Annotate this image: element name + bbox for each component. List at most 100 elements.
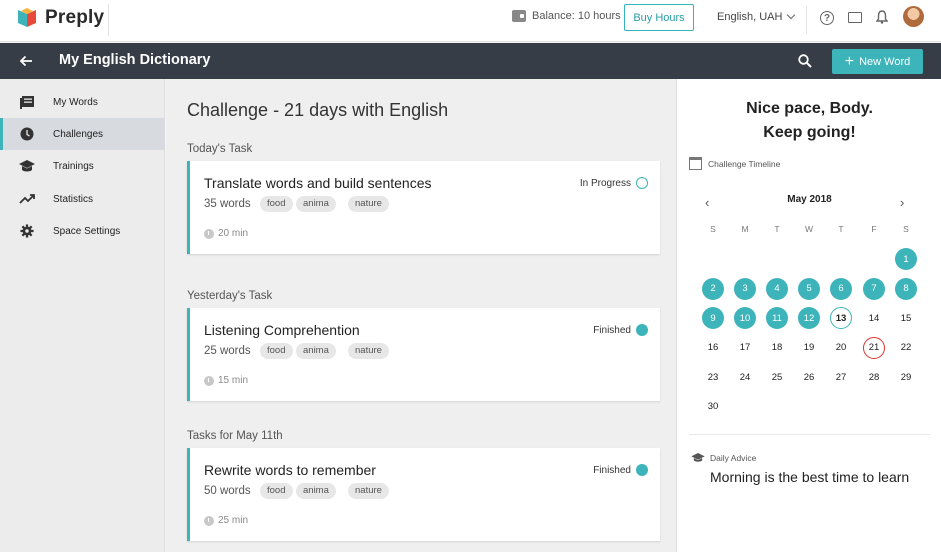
calendar-day[interactable]: 2 bbox=[702, 277, 724, 300]
calendar-day[interactable]: 14 bbox=[863, 307, 885, 329]
top-bar: Preply Balance: 10 hours Buy Hours Engli… bbox=[0, 0, 941, 42]
calendar-day[interactable]: 7 bbox=[863, 277, 885, 300]
tag-chip[interactable]: food bbox=[260, 483, 293, 499]
sidebar-item-trainings[interactable]: Trainings bbox=[0, 150, 165, 182]
divider bbox=[689, 434, 930, 435]
tag-chip[interactable]: nature bbox=[348, 483, 389, 499]
divider bbox=[108, 4, 109, 36]
status-indicator-icon bbox=[636, 464, 648, 476]
calendar-day[interactable]: 12 bbox=[798, 307, 820, 329]
timeline-label-text: Challenge Timeline bbox=[708, 158, 781, 169]
calendar-day-target[interactable]: 21 bbox=[863, 336, 885, 359]
section-label: Yesterday's Task bbox=[187, 290, 273, 302]
sidebar-item-my-words[interactable]: My Words bbox=[0, 86, 165, 118]
calendar-day[interactable]: 20 bbox=[830, 337, 852, 359]
calendar-day[interactable]: 24 bbox=[734, 366, 756, 388]
buy-hours-button[interactable]: Buy Hours bbox=[624, 4, 694, 31]
task-title: Translate words and build sentences bbox=[204, 175, 432, 191]
page-title: My English Dictionary bbox=[59, 52, 211, 68]
calendar-day[interactable]: 27 bbox=[830, 366, 852, 388]
clock-icon bbox=[204, 515, 214, 526]
tag-chip[interactable]: food bbox=[260, 343, 293, 359]
daily-advice-text: Morning is the best time to learn bbox=[710, 469, 910, 485]
calendar-day[interactable]: 16 bbox=[702, 337, 724, 359]
task-duration: 15 min bbox=[204, 375, 248, 386]
right-panel: Nice pace, Body. Keep going! Challenge T… bbox=[676, 79, 941, 552]
calendar-day[interactable]: 17 bbox=[734, 337, 756, 359]
calendar-day[interactable]: 3 bbox=[734, 277, 756, 300]
sidebar-item-statistics[interactable]: Statistics bbox=[0, 183, 165, 215]
tag-chip[interactable]: nature bbox=[348, 196, 389, 212]
calendar-day[interactable]: 25 bbox=[766, 366, 788, 388]
wallet-icon bbox=[512, 10, 526, 22]
chat-icon[interactable] bbox=[848, 12, 862, 23]
calendar-day[interactable]: 30 bbox=[702, 396, 724, 418]
tag-chip[interactable]: anima bbox=[296, 196, 336, 212]
calendar-day[interactable]: 10 bbox=[734, 307, 756, 329]
calendar-day[interactable]: 6 bbox=[830, 277, 852, 300]
help-icon[interactable]: ? bbox=[820, 11, 834, 25]
calendar-day[interactable]: 15 bbox=[895, 307, 917, 329]
pace-message: Keep going! bbox=[763, 124, 856, 141]
sidebar-item-space-settings[interactable]: Space Settings bbox=[0, 215, 165, 247]
task-card[interactable]: Translate words and build sentences 35 w… bbox=[187, 161, 660, 254]
sidebar-item-challenges[interactable]: Challenges bbox=[0, 118, 165, 150]
duration-text: 20 min bbox=[218, 228, 249, 239]
weekday-label: F bbox=[871, 224, 877, 234]
sidebar-item-label: Space Settings bbox=[53, 225, 121, 237]
task-card[interactable]: Rewrite words to remember 50 words food … bbox=[187, 448, 660, 541]
graduation-cap-icon bbox=[19, 160, 35, 172]
calendar-day[interactable]: 11 bbox=[766, 307, 788, 329]
back-arrow-icon[interactable] bbox=[18, 53, 34, 69]
calendar-day[interactable]: 26 bbox=[798, 366, 820, 388]
calendar-day[interactable]: 1 bbox=[895, 248, 917, 270]
brand-name: Preply bbox=[45, 7, 105, 28]
section-label: Today's Task bbox=[187, 143, 253, 155]
search-icon[interactable] bbox=[798, 54, 812, 68]
brand-logo[interactable]: Preply bbox=[16, 7, 104, 29]
next-month-icon[interactable]: › bbox=[900, 195, 904, 210]
calendar-day[interactable]: 13 bbox=[830, 307, 852, 329]
calendar-day[interactable]: 28 bbox=[863, 366, 885, 388]
language-label: English, UAH bbox=[717, 11, 783, 23]
weekday-label: S bbox=[710, 224, 716, 234]
new-word-label: New Word bbox=[859, 55, 911, 68]
calendar-day[interactable]: 8 bbox=[895, 277, 917, 300]
task-card[interactable]: Listening Comprehention 25 words food an… bbox=[187, 308, 660, 401]
clock-icon bbox=[204, 228, 214, 239]
calendar-day[interactable]: 18 bbox=[766, 337, 788, 359]
status-indicator-icon bbox=[636, 324, 648, 336]
tag-chip[interactable]: nature bbox=[348, 343, 389, 359]
tag-chip[interactable]: anima bbox=[296, 343, 336, 359]
calendar-icon bbox=[689, 157, 702, 170]
sidebar-item-label: Challenges bbox=[53, 128, 104, 140]
pace-message: Nice pace, Body. bbox=[746, 100, 873, 117]
task-status: Finished bbox=[593, 324, 648, 336]
tag-chip[interactable]: anima bbox=[296, 483, 336, 499]
calendar-day[interactable]: 22 bbox=[895, 337, 917, 359]
calendar-day[interactable]: 23 bbox=[702, 366, 724, 388]
tag-chip[interactable]: food bbox=[260, 196, 293, 212]
weekday-label: W bbox=[804, 224, 814, 234]
avatar[interactable] bbox=[903, 6, 924, 27]
balance-indicator: Balance: 10 hours bbox=[512, 10, 621, 22]
task-status: In Progress bbox=[580, 177, 648, 189]
new-word-button[interactable]: + New Word bbox=[832, 49, 923, 74]
task-title: Listening Comprehention bbox=[204, 322, 360, 338]
status-text: In Progress bbox=[579, 177, 631, 189]
calendar-day[interactable]: 9 bbox=[702, 307, 724, 329]
bell-icon[interactable] bbox=[876, 10, 888, 24]
preply-logo-icon bbox=[18, 8, 36, 27]
task-status: Finished bbox=[593, 464, 648, 476]
calendar-day[interactable]: 29 bbox=[895, 366, 917, 388]
calendar-day[interactable]: 4 bbox=[766, 277, 788, 300]
language-selector[interactable]: English, UAH bbox=[717, 10, 796, 23]
task-duration: 20 min bbox=[204, 228, 248, 239]
clock-icon bbox=[20, 127, 34, 141]
word-count: 25 words bbox=[204, 345, 251, 357]
trend-icon bbox=[19, 194, 35, 204]
calendar-day[interactable]: 5 bbox=[798, 277, 820, 300]
clock-icon bbox=[204, 375, 214, 386]
calendar-day[interactable]: 19 bbox=[798, 337, 820, 359]
divider bbox=[806, 6, 807, 34]
